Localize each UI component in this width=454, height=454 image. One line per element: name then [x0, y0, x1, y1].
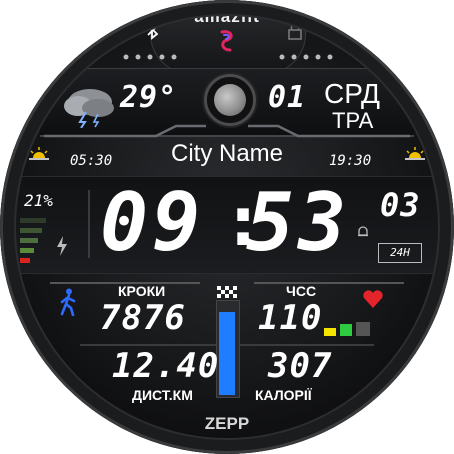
heart-rate-value: 110: [258, 298, 323, 338]
date-weekday: СРД: [324, 78, 380, 109]
battery-divider: [88, 190, 90, 258]
alarm-icon: [356, 224, 370, 238]
moon-phase-icon: [204, 74, 256, 126]
sunrise-time: 05:30: [70, 153, 113, 169]
calories-label: КАЛОРІЇ: [255, 387, 312, 403]
sunset-icon: [404, 146, 426, 162]
time-seconds: 03: [380, 186, 421, 224]
distance-value: 12.40: [112, 346, 220, 386]
city-label: City Name: [170, 140, 284, 167]
walking-icon: [58, 288, 78, 317]
brand-swirl-icon: [214, 28, 240, 54]
battery-bars: [20, 218, 48, 264]
calories-value: 307: [268, 346, 333, 386]
heart-icon: [362, 289, 384, 309]
temperature-value: 29°: [120, 80, 178, 115]
goal-flag-icon: [217, 283, 237, 298]
brand-logo: amazfit: [194, 7, 260, 26]
bluetooth-icon: [146, 20, 160, 40]
charging-bolt-icon: [56, 236, 68, 256]
time-hours: 09: [100, 176, 205, 269]
time-format-badge: 24H: [378, 243, 422, 263]
storm-cloud-icon: [60, 84, 118, 129]
steps-label: КРОКИ: [118, 283, 166, 299]
watch-face: amazfit 29° 01 СРД ТРА City Name 05:30 1…: [0, 0, 454, 454]
battery-percent: 21%: [24, 191, 53, 210]
sunrise-icon: [28, 146, 50, 162]
heart-rate-zones: [324, 320, 376, 336]
date-day: 01: [268, 80, 307, 115]
distance-label: ДИСТ.КМ: [132, 387, 193, 403]
progress-fill: [219, 312, 235, 395]
dots-left: [120, 46, 180, 60]
heart-rate-label: ЧСС: [286, 283, 317, 299]
sunset-time: 19:30: [329, 153, 372, 169]
bottom-brand: ZEPP: [204, 414, 250, 433]
time-minutes: 53: [246, 176, 351, 269]
steps-value: 7876: [100, 298, 186, 338]
date-month: ТРА: [332, 108, 374, 133]
dots-right: [276, 46, 336, 60]
lock-icon: [287, 22, 303, 40]
